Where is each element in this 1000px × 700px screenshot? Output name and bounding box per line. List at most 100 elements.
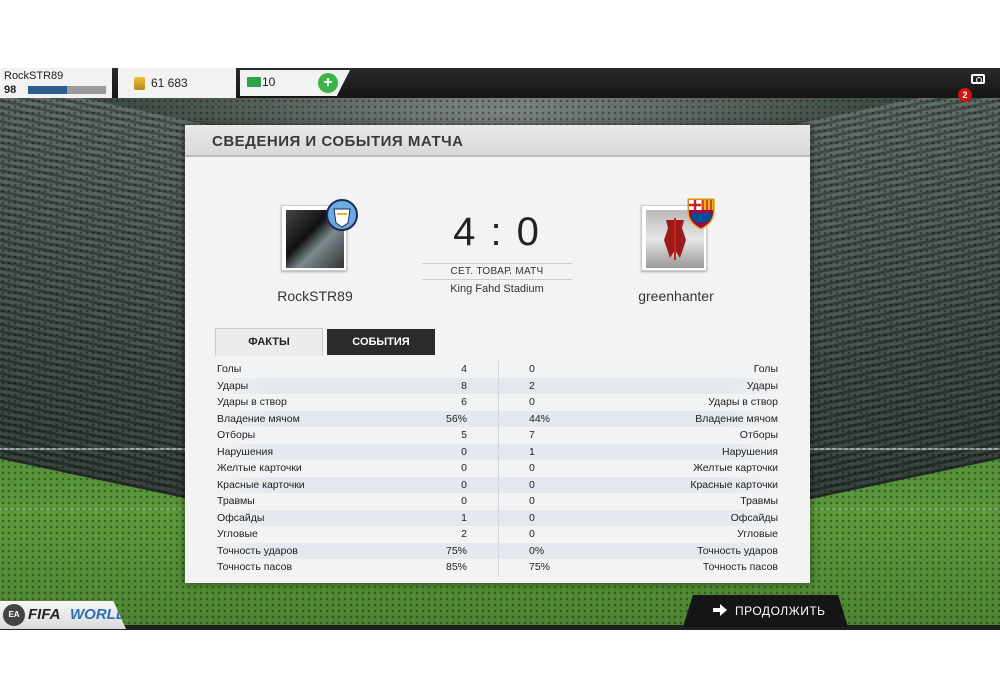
stat-row: Угловые 2 0 Угловые bbox=[212, 526, 782, 543]
away-team-name: greenhanter bbox=[638, 288, 714, 304]
player-name: RockSTR89 bbox=[4, 70, 64, 82]
stat-row: Удары 8 2 Удары bbox=[212, 377, 782, 394]
stat-label-away: Отборы bbox=[739, 429, 778, 441]
manchester-city-badge-icon bbox=[326, 199, 358, 231]
stat-value-home: 1 bbox=[461, 511, 467, 524]
stat-label-home: Офсайды bbox=[217, 511, 265, 524]
stat-label-away: Удары в створ bbox=[708, 396, 778, 408]
player-info[interactable]: RockSTR89 98 bbox=[0, 68, 112, 98]
coins-value: 61 683 bbox=[151, 76, 188, 90]
stat-value-away: 0 bbox=[529, 462, 535, 474]
fifa-world-logo: EA FIFA WORLD bbox=[0, 601, 126, 629]
stat-label-away: Голы bbox=[753, 363, 778, 375]
stat-label-away: Офсайды bbox=[730, 511, 778, 524]
notification-badge[interactable]: 2 bbox=[958, 88, 972, 102]
stat-value-home: 56% bbox=[445, 412, 467, 425]
ea-sports-logo: EA bbox=[3, 604, 25, 626]
stat-label-home: Голы bbox=[217, 363, 242, 375]
stat-value-home: 85% bbox=[445, 561, 467, 573]
stat-value-away: 44% bbox=[529, 412, 551, 425]
stat-row: Отборы 5 7 Отборы bbox=[212, 427, 782, 444]
barcelona-badge-icon bbox=[687, 198, 715, 230]
top-bar: RockSTR89 98 61 683 10 + 2 bbox=[0, 68, 1000, 102]
stat-value-away: 0% bbox=[529, 544, 545, 557]
stat-row: Голы 4 0 Голы bbox=[212, 361, 782, 378]
continue-label: ПРОДОЛЖИТЬ bbox=[735, 604, 826, 618]
stat-label-away: Красные карточки bbox=[690, 478, 778, 491]
stat-value-away: 75% bbox=[529, 561, 551, 573]
home-team-name: RockSTR89 bbox=[277, 288, 353, 304]
stat-row: Офсайды 1 0 Офсайды bbox=[212, 509, 782, 526]
coins-display: 61 683 bbox=[118, 68, 236, 98]
xp-progress-fill bbox=[28, 86, 67, 94]
stat-value-away: 0 bbox=[529, 495, 535, 507]
add-points-button[interactable]: + bbox=[318, 73, 338, 93]
stat-label-home: Удары bbox=[217, 379, 249, 392]
stat-label-home: Нарушения bbox=[217, 445, 274, 458]
stat-label-home: Угловые bbox=[217, 528, 258, 540]
stat-label-away: Точность ударов bbox=[697, 544, 778, 557]
stat-value-away: 7 bbox=[529, 429, 535, 441]
match-type: СЕТ. ТОВАР. МАТЧ bbox=[422, 263, 572, 280]
tab-facts[interactable]: ФАКТЫ bbox=[215, 328, 323, 356]
match-score: 4 : 0 bbox=[453, 210, 541, 254]
stat-row: Нарушения 0 1 Нарушения bbox=[212, 443, 782, 460]
dialog-title: СВЕДЕНИЯ И СОБЫТИЯ МАТЧА bbox=[212, 133, 464, 150]
stat-value-away: 0 bbox=[529, 478, 535, 491]
stat-value-home: 2 bbox=[461, 528, 467, 540]
stat-value-away: 1 bbox=[529, 445, 535, 458]
stat-label-away: Желтые карточки bbox=[693, 462, 778, 474]
camera-icon[interactable] bbox=[971, 74, 985, 84]
match-summary-dialog: СВЕДЕНИЯ И СОБЫТИЯ МАТЧА RockSTR89 4 : 0… bbox=[185, 125, 810, 583]
stat-label-away: Угловые bbox=[737, 528, 778, 540]
stats-divider bbox=[498, 361, 499, 577]
stat-value-away: 0 bbox=[529, 511, 535, 524]
stat-row: Красные карточки 0 0 Красные карточки bbox=[212, 476, 782, 493]
stadium-name: King Fahd Stadium bbox=[450, 283, 544, 295]
stat-row: Удары в створ 6 0 Удары в створ bbox=[212, 394, 782, 411]
stat-label-away: Владение мячом bbox=[695, 412, 778, 425]
stat-row: Травмы 0 0 Травмы bbox=[212, 493, 782, 510]
stat-row: Точность ударов 75% 0% Точность ударов bbox=[212, 542, 782, 559]
stat-value-home: 5 bbox=[461, 429, 467, 441]
stat-label-home: Красные карточки bbox=[217, 478, 305, 491]
stat-label-home: Владение мячом bbox=[217, 412, 300, 425]
stat-row: Точность пасов 85% 75% Точность пасов bbox=[212, 559, 782, 576]
player-level: 98 bbox=[4, 84, 17, 96]
stat-value-home: 0 bbox=[461, 478, 467, 491]
match-stats-table: Голы 4 0 Голы Удары 8 2 Удары Удары в створ 6 0 Уда… bbox=[212, 361, 782, 576]
continue-button[interactable]: ПРОДОЛЖИТЬ bbox=[683, 595, 848, 627]
stat-label-home: Желтые карточки bbox=[217, 462, 302, 474]
stadium-stand-right bbox=[780, 70, 1000, 506]
stat-value-home: 0 bbox=[461, 462, 467, 474]
arrow-right-icon bbox=[713, 604, 727, 616]
dialog-header: СВЕДЕНИЯ И СОБЫТИЯ МАТЧА bbox=[185, 125, 810, 157]
stat-label-home: Травмы bbox=[217, 495, 255, 507]
stat-row: Владение мячом 56% 44% Владение мячом bbox=[212, 410, 782, 427]
stat-value-home: 75% bbox=[445, 544, 467, 557]
stat-row: Желтые карточки 0 0 Желтые карточки bbox=[212, 460, 782, 477]
stat-label-away: Травмы bbox=[740, 495, 778, 507]
stat-label-home: Отборы bbox=[217, 429, 256, 441]
stat-value-away: 0 bbox=[529, 528, 535, 540]
tab-events[interactable]: СОБЫТИЯ bbox=[327, 329, 435, 355]
stat-value-home: 8 bbox=[461, 379, 467, 392]
stat-value-away: 0 bbox=[529, 396, 535, 408]
stat-value-home: 4 bbox=[461, 363, 467, 375]
logo-fifa-text: FIFA bbox=[28, 606, 61, 623]
stat-label-away: Удары bbox=[746, 379, 778, 392]
coins-icon bbox=[134, 77, 145, 90]
stat-label-home: Удары в створ bbox=[217, 396, 287, 408]
stat-value-home: 0 bbox=[461, 445, 467, 458]
stat-label-away: Точность пасов bbox=[702, 561, 778, 573]
footer-bar bbox=[0, 625, 1000, 630]
points-icon bbox=[247, 77, 261, 87]
stat-label-home: Точность пасов bbox=[217, 561, 293, 573]
stat-value-away: 2 bbox=[529, 379, 535, 392]
points-value: 10 bbox=[262, 75, 276, 89]
xp-progress-bar bbox=[28, 86, 106, 94]
stat-value-away: 0 bbox=[529, 363, 535, 375]
stat-value-home: 0 bbox=[461, 495, 467, 507]
stat-value-home: 6 bbox=[461, 396, 467, 408]
stat-label-away: Нарушения bbox=[721, 445, 778, 458]
